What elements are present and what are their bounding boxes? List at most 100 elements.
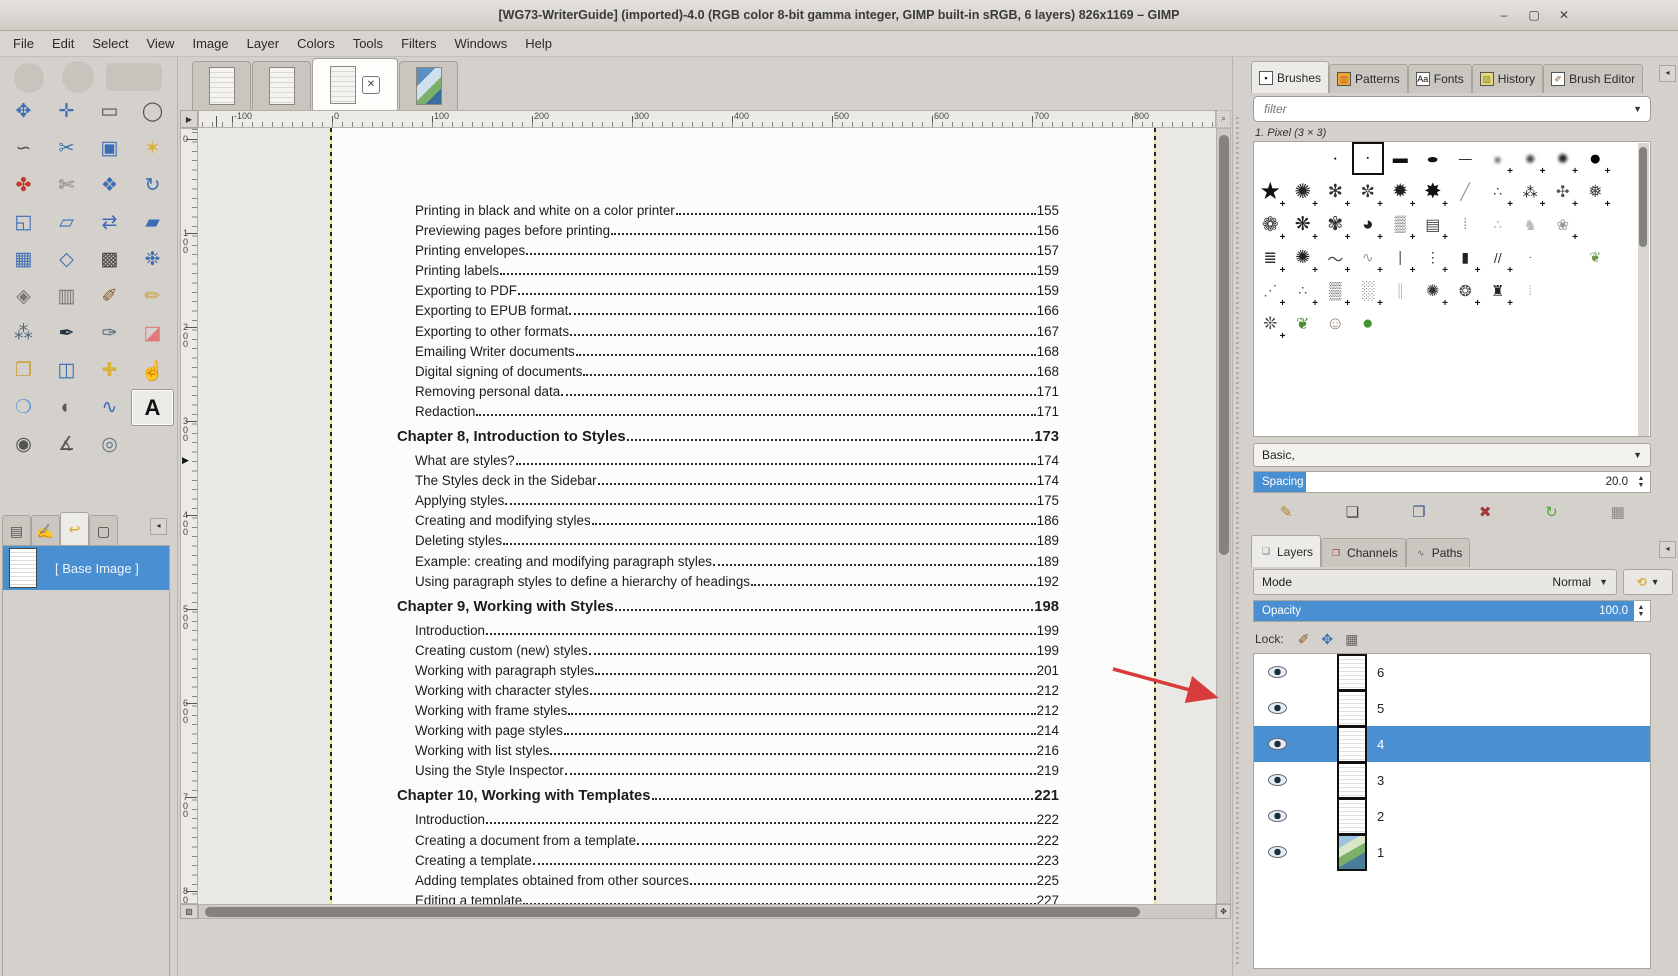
brush-thin-line[interactable]: —	[1449, 142, 1482, 175]
tool-unified-transform[interactable]: ❖	[88, 167, 131, 204]
quick-mask-toggle[interactable]: ▧	[180, 904, 198, 919]
tool-clone[interactable]: ❐	[2, 352, 45, 389]
brush-scrollbar[interactable]	[1638, 143, 1649, 436]
tool-measure[interactable]: ∡	[45, 426, 88, 463]
tab-history[interactable]: ▨History	[1472, 64, 1543, 93]
brush-flower[interactable]: ❀+	[1547, 208, 1580, 241]
tool-fuzzy-select[interactable]: ✶	[131, 130, 174, 167]
tool-smudge[interactable]: ☝	[131, 352, 174, 389]
image-tab-2[interactable]	[252, 61, 311, 110]
menu-item-filters[interactable]: Filters	[392, 31, 445, 56]
refresh-brushes-button[interactable]: ↻	[1538, 500, 1564, 524]
layer-row[interactable]: 2	[1254, 798, 1650, 834]
tool-heal[interactable]: ✚	[88, 352, 131, 389]
maximize-button[interactable]: ▢	[1522, 6, 1546, 24]
brush-star[interactable]: ★+	[1254, 175, 1287, 208]
tool-rotate[interactable]: ↻	[131, 167, 174, 204]
tool-select-by-color[interactable]: ✤	[2, 167, 45, 204]
tool-airbrush[interactable]: ⁂	[2, 315, 45, 352]
tool-free-select[interactable]: ∽	[2, 130, 45, 167]
device-status-tab[interactable]: ✍	[31, 515, 60, 546]
duplicate-brush-button[interactable]: ❐	[1406, 500, 1432, 524]
brush-figures-faint[interactable]: ║	[1384, 274, 1417, 307]
horizontal-scrollbar-thumb[interactable]	[205, 907, 1140, 917]
menu-item-select[interactable]: Select	[83, 31, 137, 56]
brush-scribble[interactable]: ▤+	[1417, 208, 1450, 241]
zoom-image-icon[interactable]: ⌕	[1216, 110, 1231, 128]
brush-flat-ellipse[interactable]: ●	[1417, 142, 1450, 175]
tab-brushes[interactable]: ▪Brushes	[1251, 61, 1329, 93]
brush-stroke[interactable]: ╱	[1449, 175, 1482, 208]
brush-speckles-2[interactable]: ∴+	[1287, 274, 1320, 307]
brush-half-tone[interactable]: ◕+	[1352, 208, 1385, 241]
vertical-scrollbar[interactable]	[1216, 128, 1231, 904]
tool-eraser[interactable]: ◪	[131, 315, 174, 352]
tool-text[interactable]: A	[131, 389, 174, 426]
images-tab[interactable]: ▢	[89, 515, 118, 546]
visibility-toggle[interactable]	[1268, 810, 1287, 822]
tool-shear[interactable]: ▱	[45, 204, 88, 241]
tool-perspective-clone[interactable]: ◫	[45, 352, 88, 389]
layer-mode-combo[interactable]: Mode Normal ▼	[1253, 569, 1617, 595]
tab-brush-editor[interactable]: ✐Brush Editor	[1543, 64, 1643, 93]
visibility-toggle[interactable]	[1268, 702, 1287, 714]
menu-item-layer[interactable]: Layer	[238, 31, 289, 56]
brush-pores[interactable]: ✾+	[1319, 208, 1352, 241]
brush-strokes-v[interactable]: ⁞	[1449, 208, 1482, 241]
brush-name-combo[interactable]: Basic, ▼	[1253, 443, 1651, 467]
brush-scrollbar-thumb[interactable]	[1639, 147, 1647, 247]
layer-row[interactable]: 1	[1254, 834, 1650, 870]
tool-paths[interactable]: ∿	[88, 389, 131, 426]
tool-cage-transform[interactable]: ◇	[45, 241, 88, 278]
menu-item-file[interactable]: File	[4, 31, 43, 56]
layers-collapse-button[interactable]: ◂	[1659, 541, 1676, 558]
menu-item-image[interactable]: Image	[183, 31, 237, 56]
navigation-icon[interactable]: ✥	[1216, 904, 1231, 919]
close-button[interactable]: ✕	[1552, 6, 1576, 24]
visibility-toggle[interactable]	[1268, 774, 1287, 786]
lock-alpha-icon[interactable]: ▦	[1345, 631, 1358, 648]
image-tab-3[interactable]: ✕	[312, 58, 398, 110]
brush-pixel-3x3[interactable]: ▪	[1352, 142, 1385, 175]
spacing-spinner[interactable]: ▲▼	[1634, 473, 1648, 491]
tool-move[interactable]: ✥	[2, 93, 45, 130]
left-dock-collapse-button[interactable]: ◂	[150, 518, 167, 535]
tool-foreground-select[interactable]: ▣	[88, 130, 131, 167]
canvas-viewport[interactable]: Printing in black and white on a color p…	[198, 128, 1216, 904]
layer-row[interactable]: 4	[1254, 726, 1650, 762]
brush-burst[interactable]: ✺+	[1287, 241, 1320, 274]
spacing-slider[interactable]: Spacing 20.0 ▲▼	[1253, 471, 1651, 493]
brush-speckles-1[interactable]: ⋰+	[1254, 274, 1287, 307]
tool-warp-transform[interactable]: ▩	[88, 241, 131, 278]
brush-splat-4[interactable]: ✸+	[1417, 175, 1450, 208]
brush-sparks[interactable]: ✣+	[1547, 175, 1580, 208]
image-tab-4[interactable]	[399, 61, 458, 110]
brush-pin-dot[interactable]: ·	[1514, 241, 1547, 274]
minimize-button[interactable]: –	[1492, 6, 1516, 24]
layer-row[interactable]: 3	[1254, 762, 1650, 798]
tool-perspective[interactable]: ▰	[131, 204, 174, 241]
tool-scale[interactable]: ◱	[2, 204, 45, 241]
tool-alignment[interactable]: ✛	[45, 93, 88, 130]
tool-gradient[interactable]: ▥	[45, 278, 88, 315]
undo-history-item[interactable]: [ Base Image ]	[3, 546, 169, 590]
lock-position-icon[interactable]: ✥	[1321, 631, 1333, 648]
tab-layers[interactable]: ❏Layers	[1251, 535, 1321, 567]
tool-dodge-burn[interactable]: ◐	[45, 389, 88, 426]
delete-brush-button[interactable]: ✖	[1472, 500, 1498, 524]
tool-handle-transform[interactable]: ❉	[131, 241, 174, 278]
tool-ink[interactable]: ✒	[45, 315, 88, 352]
tool-scissors-select[interactable]: ✂	[45, 130, 88, 167]
brush-stroke-v[interactable]: |+	[1384, 241, 1417, 274]
brush-block[interactable]: ▬	[1384, 142, 1417, 175]
brush-leaves-green[interactable]: ❦	[1287, 307, 1320, 340]
menu-item-tools[interactable]: Tools	[344, 31, 392, 56]
new-brush-button[interactable]: ❏	[1339, 500, 1365, 524]
tool-crop[interactable]: ✄	[45, 167, 88, 204]
menu-item-help[interactable]: Help	[516, 31, 561, 56]
brush-tiny-dot[interactable]: ●	[1319, 142, 1352, 175]
image-tab-1[interactable]	[192, 61, 251, 110]
edit-brush-button[interactable]: ✎	[1273, 500, 1299, 524]
tool-rectangle-select[interactable]: ▭	[88, 93, 131, 130]
brush-fern[interactable]: ❊+	[1254, 307, 1287, 340]
